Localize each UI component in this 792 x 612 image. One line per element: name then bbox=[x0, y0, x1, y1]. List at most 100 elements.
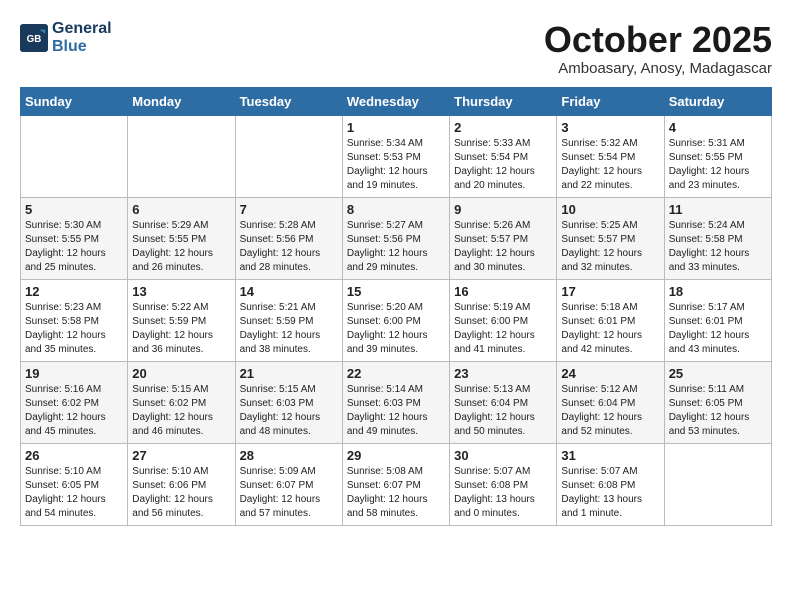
day-number: 17 bbox=[561, 284, 659, 299]
calendar-cell: 2Sunrise: 5:33 AM Sunset: 5:54 PM Daylig… bbox=[450, 115, 557, 197]
calendar-cell: 13 Sunrise: 5:22 AM Sunset: 5:59 PM Dayli… bbox=[128, 279, 235, 361]
day-content: Sunrise: 5:08 AM Sunset: 6:07 PM Dayligh… bbox=[347, 465, 445, 521]
day-content: Sunrise: 5:27 AM Sunset: 5:56 PM Dayligh… bbox=[347, 219, 445, 275]
weekday-header-monday: Monday bbox=[128, 87, 235, 115]
day-content: Sunrise: 5:32 AM Sunset: 5:54 PM Dayligh… bbox=[561, 137, 659, 193]
calendar-week-row: 12 Sunrise: 5:23 AM Sunset: 5:58 PM Dayli… bbox=[21, 279, 772, 361]
day-number: 1 bbox=[347, 120, 445, 135]
day-number: 29 bbox=[347, 448, 445, 463]
day-content: Sunrise: 5:11 AM Sunset: 6:05 PM Dayligh… bbox=[669, 383, 767, 439]
calendar-cell: 19 Sunrise: 5:16 AM Sunset: 6:02 PM Dayli… bbox=[21, 361, 128, 443]
calendar-cell: 5 Sunrise: 5:30 AM Sunset: 5:55 PM Daylig… bbox=[21, 197, 128, 279]
calendar-cell: 4 Sunrise: 5:31 AM Sunset: 5:55 PM Daylig… bbox=[664, 115, 771, 197]
day-number: 4 bbox=[669, 120, 767, 135]
page-header: GB General Blue October 2025 Amboasary, … bbox=[20, 20, 772, 77]
day-number: 22 bbox=[347, 366, 445, 381]
calendar-week-row: 5 Sunrise: 5:30 AM Sunset: 5:55 PM Daylig… bbox=[21, 197, 772, 279]
calendar-cell bbox=[128, 115, 235, 197]
weekday-header-tuesday: Tuesday bbox=[235, 87, 342, 115]
day-content: Sunrise: 5:23 AM Sunset: 5:58 PM Dayligh… bbox=[25, 301, 123, 357]
day-content: Sunrise: 5:09 AM Sunset: 6:07 PM Dayligh… bbox=[240, 465, 338, 521]
day-content: Sunrise: 5:15 AM Sunset: 6:03 PM Dayligh… bbox=[240, 383, 338, 439]
location-subtitle: Amboasary, Anosy, Madagascar bbox=[544, 60, 772, 77]
day-number: 26 bbox=[25, 448, 123, 463]
day-content: Sunrise: 5:12 AM Sunset: 6:04 PM Dayligh… bbox=[561, 383, 659, 439]
weekday-header-friday: Friday bbox=[557, 87, 664, 115]
calendar-cell: 9 Sunrise: 5:26 AM Sunset: 5:57 PM Daylig… bbox=[450, 197, 557, 279]
logo-icon: GB bbox=[20, 24, 48, 52]
calendar-cell: 7Sunrise: 5:28 AM Sunset: 5:56 PM Daylig… bbox=[235, 197, 342, 279]
day-number: 10 bbox=[561, 202, 659, 217]
day-number: 25 bbox=[669, 366, 767, 381]
calendar-week-row: 19 Sunrise: 5:16 AM Sunset: 6:02 PM Dayli… bbox=[21, 361, 772, 443]
day-number: 5 bbox=[25, 202, 123, 217]
logo-text-blue: Blue bbox=[52, 38, 112, 56]
day-content: Sunrise: 5:13 AM Sunset: 6:04 PM Dayligh… bbox=[454, 383, 552, 439]
day-number: 24 bbox=[561, 366, 659, 381]
day-number: 7 bbox=[240, 202, 338, 217]
day-number: 21 bbox=[240, 366, 338, 381]
day-content: Sunrise: 5:18 AM Sunset: 6:01 PM Dayligh… bbox=[561, 301, 659, 357]
calendar-cell: 14Sunrise: 5:21 AM Sunset: 5:59 PM Dayli… bbox=[235, 279, 342, 361]
calendar-cell bbox=[235, 115, 342, 197]
day-content: Sunrise: 5:30 AM Sunset: 5:55 PM Dayligh… bbox=[25, 219, 123, 275]
day-content: Sunrise: 5:25 AM Sunset: 5:57 PM Dayligh… bbox=[561, 219, 659, 275]
weekday-header-thursday: Thursday bbox=[450, 87, 557, 115]
calendar-cell: 6 Sunrise: 5:29 AM Sunset: 5:55 PM Daylig… bbox=[128, 197, 235, 279]
day-number: 20 bbox=[132, 366, 230, 381]
day-number: 9 bbox=[454, 202, 552, 217]
day-content: Sunrise: 5:17 AM Sunset: 6:01 PM Dayligh… bbox=[669, 301, 767, 357]
weekday-header-wednesday: Wednesday bbox=[342, 87, 449, 115]
day-number: 18 bbox=[669, 284, 767, 299]
weekday-header-row: SundayMondayTuesdayWednesdayThursdayFrid… bbox=[21, 87, 772, 115]
calendar-cell: 26 Sunrise: 5:10 AM Sunset: 6:05 PM Dayli… bbox=[21, 443, 128, 525]
weekday-header-sunday: Sunday bbox=[21, 87, 128, 115]
calendar-cell: 27Sunrise: 5:10 AM Sunset: 6:06 PM Dayli… bbox=[128, 443, 235, 525]
calendar-cell: 1 Sunrise: 5:34 AM Sunset: 5:53 PM Daylig… bbox=[342, 115, 449, 197]
day-content: Sunrise: 5:10 AM Sunset: 6:05 PM Dayligh… bbox=[25, 465, 123, 521]
day-content: Sunrise: 5:29 AM Sunset: 5:55 PM Dayligh… bbox=[132, 219, 230, 275]
calendar-cell: 3 Sunrise: 5:32 AM Sunset: 5:54 PM Daylig… bbox=[557, 115, 664, 197]
day-content: Sunrise: 5:07 AM Sunset: 6:08 PM Dayligh… bbox=[454, 465, 552, 521]
calendar-cell: 15Sunrise: 5:20 AM Sunset: 6:00 PM Dayli… bbox=[342, 279, 449, 361]
weekday-header-saturday: Saturday bbox=[664, 87, 771, 115]
day-number: 3 bbox=[561, 120, 659, 135]
day-content: Sunrise: 5:24 AM Sunset: 5:58 PM Dayligh… bbox=[669, 219, 767, 275]
calendar-week-row: 1 Sunrise: 5:34 AM Sunset: 5:53 PM Daylig… bbox=[21, 115, 772, 197]
calendar-cell: 12 Sunrise: 5:23 AM Sunset: 5:58 PM Dayli… bbox=[21, 279, 128, 361]
day-content: Sunrise: 5:07 AM Sunset: 6:08 PM Dayligh… bbox=[561, 465, 659, 521]
day-content: Sunrise: 5:22 AM Sunset: 5:59 PM Dayligh… bbox=[132, 301, 230, 357]
calendar-cell bbox=[21, 115, 128, 197]
day-number: 6 bbox=[132, 202, 230, 217]
svg-text:GB: GB bbox=[27, 34, 42, 45]
calendar-table: SundayMondayTuesdayWednesdayThursdayFrid… bbox=[20, 87, 772, 526]
calendar-cell: 16Sunrise: 5:19 AM Sunset: 6:00 PM Dayli… bbox=[450, 279, 557, 361]
calendar-cell: 10 Sunrise: 5:25 AM Sunset: 5:57 PM Dayli… bbox=[557, 197, 664, 279]
calendar-cell: 21 Sunrise: 5:15 AM Sunset: 6:03 PM Dayli… bbox=[235, 361, 342, 443]
calendar-header: SundayMondayTuesdayWednesdayThursdayFrid… bbox=[21, 87, 772, 115]
day-number: 19 bbox=[25, 366, 123, 381]
calendar-cell: 24 Sunrise: 5:12 AM Sunset: 6:04 PM Dayli… bbox=[557, 361, 664, 443]
day-number: 30 bbox=[454, 448, 552, 463]
calendar-cell bbox=[664, 443, 771, 525]
calendar-title-area: October 2025 Amboasary, Anosy, Madagasca… bbox=[544, 20, 772, 77]
calendar-cell: 17 Sunrise: 5:18 AM Sunset: 6:01 PM Dayli… bbox=[557, 279, 664, 361]
day-content: Sunrise: 5:34 AM Sunset: 5:53 PM Dayligh… bbox=[347, 137, 445, 193]
calendar-cell: 31Sunrise: 5:07 AM Sunset: 6:08 PM Dayli… bbox=[557, 443, 664, 525]
day-content: Sunrise: 5:16 AM Sunset: 6:02 PM Dayligh… bbox=[25, 383, 123, 439]
day-content: Sunrise: 5:21 AM Sunset: 5:59 PM Dayligh… bbox=[240, 301, 338, 357]
day-number: 12 bbox=[25, 284, 123, 299]
month-title: October 2025 bbox=[544, 20, 772, 60]
day-content: Sunrise: 5:33 AM Sunset: 5:54 PM Dayligh… bbox=[454, 137, 552, 193]
day-content: Sunrise: 5:26 AM Sunset: 5:57 PM Dayligh… bbox=[454, 219, 552, 275]
calendar-cell: 28Sunrise: 5:09 AM Sunset: 6:07 PM Dayli… bbox=[235, 443, 342, 525]
calendar-cell: 18 Sunrise: 5:17 AM Sunset: 6:01 PM Dayli… bbox=[664, 279, 771, 361]
day-number: 27 bbox=[132, 448, 230, 463]
calendar-cell: 29 Sunrise: 5:08 AM Sunset: 6:07 PM Dayli… bbox=[342, 443, 449, 525]
day-number: 15 bbox=[347, 284, 445, 299]
calendar-cell: 30 Sunrise: 5:07 AM Sunset: 6:08 PM Dayli… bbox=[450, 443, 557, 525]
logo: GB General Blue bbox=[20, 20, 112, 55]
day-content: Sunrise: 5:19 AM Sunset: 6:00 PM Dayligh… bbox=[454, 301, 552, 357]
day-content: Sunrise: 5:31 AM Sunset: 5:55 PM Dayligh… bbox=[669, 137, 767, 193]
day-number: 13 bbox=[132, 284, 230, 299]
